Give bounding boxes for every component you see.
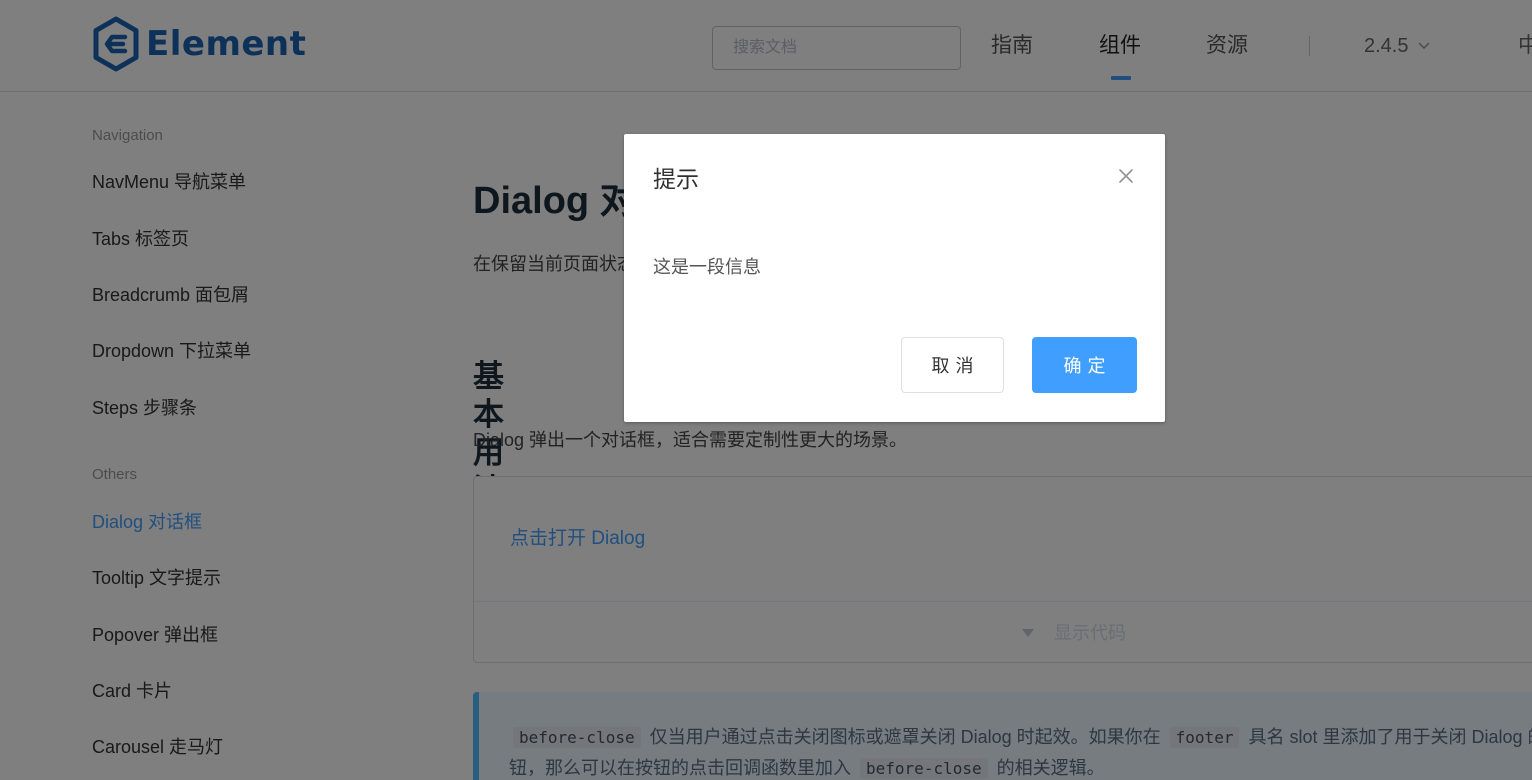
close-icon — [1119, 169, 1133, 183]
confirm-button[interactable]: 确定 — [1032, 337, 1137, 393]
cancel-button[interactable]: 取消 — [901, 337, 1004, 393]
dialog: 提示 这是一段信息 取消 确定 — [624, 134, 1165, 422]
close-button[interactable] — [1116, 166, 1136, 186]
dialog-title: 提示 — [653, 166, 699, 192]
dialog-message: 这是一段信息 — [653, 257, 761, 277]
